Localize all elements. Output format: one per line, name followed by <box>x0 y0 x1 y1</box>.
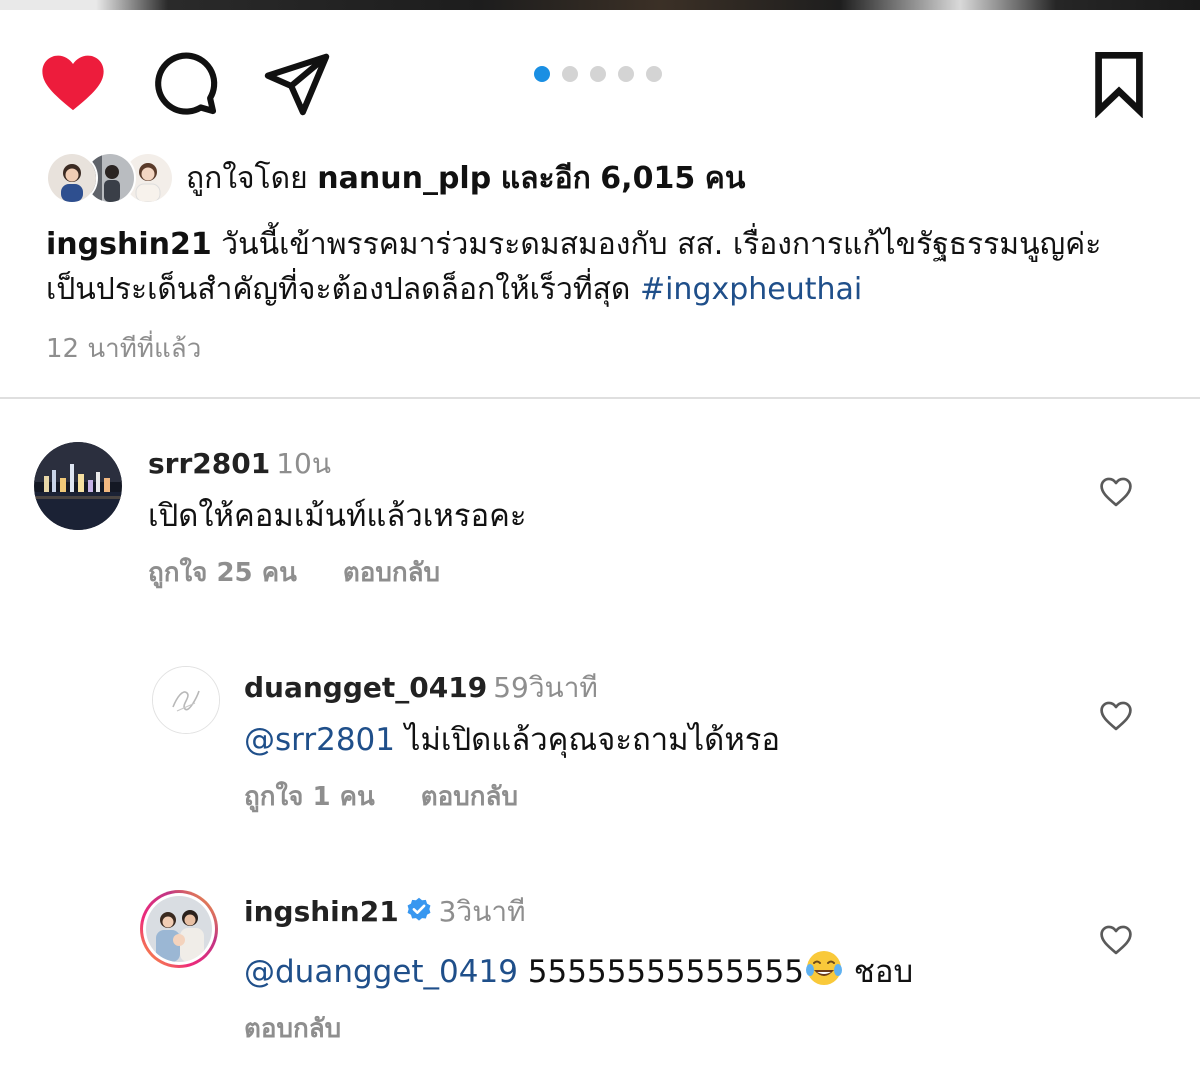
like-button[interactable] <box>38 48 108 118</box>
heart-outline-icon <box>1100 477 1132 507</box>
comment-button[interactable] <box>150 48 220 118</box>
post-timestamp: 12 นาทีที่แล้ว <box>46 334 202 364</box>
carousel-dot <box>562 66 578 82</box>
comment-like-button[interactable] <box>1098 474 1134 510</box>
comment-actions: ถูกใจ 1 คน ตอบกลับ <box>244 776 518 817</box>
comment-item: srr2801 10น เปิดให้คอมเม้นท์แล้วเหรอคะ ถู… <box>0 440 1200 590</box>
bookmark-icon <box>1095 51 1143 118</box>
comment-likes-count[interactable]: ถูกใจ 25 คน <box>148 552 297 593</box>
comment-body: 55555555555555 <box>517 954 804 990</box>
caption-line-1: วันนี้เข้าพรรคมาร่วมระดมสมองกับ สส. เรื่… <box>221 227 1102 262</box>
comment-text: เปิดให้คอมเม้นท์แล้วเหรอคะ <box>148 498 527 534</box>
comment-time: 3วินาที <box>438 895 526 928</box>
comment-like-button[interactable] <box>1098 922 1134 958</box>
post-action-bar <box>0 40 1200 120</box>
comment-time: 59วินาที <box>493 671 598 704</box>
reply-button[interactable]: ตอบกลับ <box>421 776 518 817</box>
comment-header: duangget_0419 59วินาที <box>244 666 598 710</box>
post-image-bottom-edge <box>0 0 1200 10</box>
comment-like-button[interactable] <box>1098 698 1134 734</box>
comment-username[interactable]: srr2801 <box>148 447 270 480</box>
carousel-dot <box>618 66 634 82</box>
likes-summary[interactable]: ถูกใจโดย nanun_plp และอีก 6,015 คน <box>46 152 745 204</box>
caption-username[interactable]: ingshin21 <box>46 227 212 262</box>
avatar[interactable] <box>152 666 220 734</box>
save-button[interactable] <box>1084 48 1154 118</box>
liked-by-username[interactable]: nanun_plp <box>317 161 491 196</box>
comment-text: @duangget_0419 55555555555555 ชอบ <box>244 946 913 996</box>
comment-likes-count[interactable]: ถูกใจ 1 คน <box>244 776 375 817</box>
comment-actions: ถูกใจ 25 คน ตอบกลับ <box>148 552 440 593</box>
carousel-dot <box>590 66 606 82</box>
liked-by-label: ถูกใจโดย <box>186 160 308 196</box>
liker-avatars <box>46 152 174 204</box>
comment-bubble-icon <box>155 52 218 115</box>
post-caption: ingshin21 วันนี้เข้าพรรคมาร่วมระดมสมองกั… <box>46 222 1166 312</box>
carousel-dot <box>534 66 550 82</box>
comment-text: @srr2801 ไม่เปิดแล้วคุณจะถามได้หรอ <box>244 714 780 764</box>
comment-reply-item: ingshin21 3วินาที @duangget_0419 5555555… <box>0 888 1200 1044</box>
verified-badge-icon <box>407 897 431 921</box>
likes-count[interactable]: 6,015 <box>600 161 695 196</box>
likes-unit: คน <box>704 160 746 196</box>
mention-link[interactable]: @duangget_0419 <box>244 954 518 990</box>
comment-actions: ตอบกลับ <box>244 1008 341 1049</box>
comment-time: 10น <box>276 447 331 480</box>
comments-divider <box>0 397 1200 399</box>
avatar[interactable] <box>34 442 122 530</box>
reply-button[interactable]: ตอบกลับ <box>244 1008 341 1049</box>
likes-text: ถูกใจโดย nanun_plp และอีก 6,015 คน <box>186 155 745 202</box>
mention-link[interactable]: @srr2801 <box>244 722 395 758</box>
avatar <box>46 152 98 204</box>
comment-username[interactable]: duangget_0419 <box>244 671 487 704</box>
liked-by-and: และอีก <box>500 160 591 196</box>
caption-line-2: เป็นประเด็นสำคัญที่จะต้องปลดล็อกให้เร็วท… <box>46 272 631 307</box>
heart-filled-icon <box>42 55 104 111</box>
heart-outline-icon <box>1100 925 1132 955</box>
caption-hashtag[interactable]: #ingxpheuthai <box>640 272 862 307</box>
comment-body: ไม่เปิดแล้วคุณจะถามได้หรอ <box>395 722 781 758</box>
carousel-indicator <box>534 66 662 82</box>
comment-header: ingshin21 3วินาที <box>244 890 526 934</box>
heart-outline-icon <box>1100 701 1132 731</box>
comment-header: srr2801 10น <box>148 442 331 486</box>
carousel-dot <box>646 66 662 82</box>
comment-reply-item: duangget_0419 59วินาที @srr2801 ไม่เปิดแล… <box>0 664 1200 814</box>
share-button[interactable] <box>262 48 332 118</box>
comment-body-tail: ชอบ <box>843 954 914 990</box>
comment-username[interactable]: ingshin21 <box>244 895 399 928</box>
avatar-story-ring[interactable] <box>140 890 218 968</box>
reply-button[interactable]: ตอบกลับ <box>343 552 440 593</box>
tears-of-joy-emoji <box>805 951 842 985</box>
paper-plane-icon <box>264 53 330 116</box>
avatar <box>146 896 212 962</box>
